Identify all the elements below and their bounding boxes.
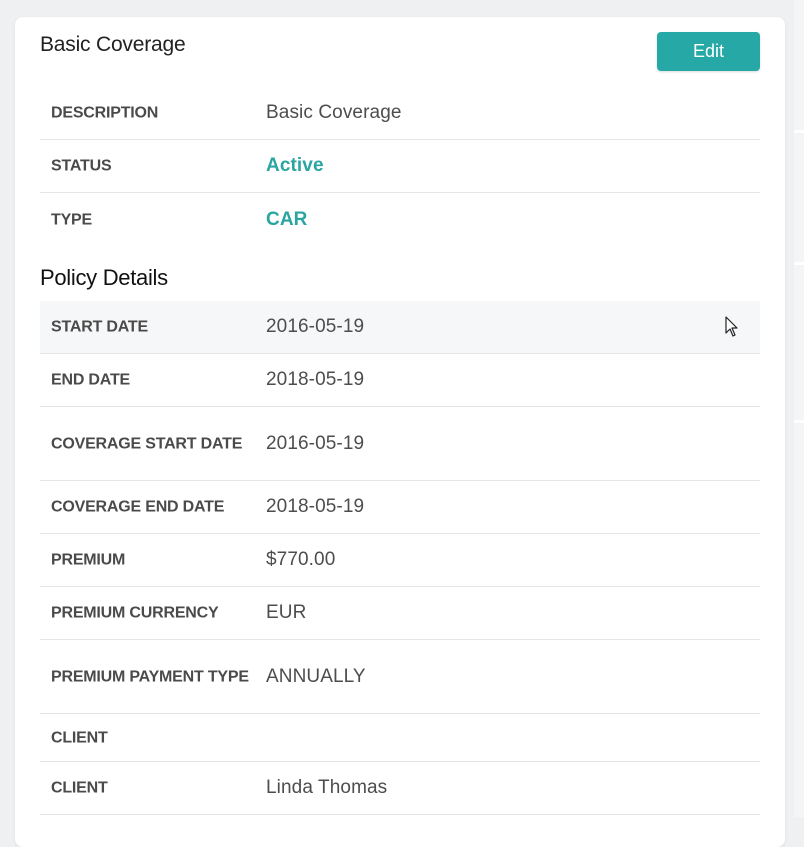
row-label: STATUS [51,157,112,175]
row-value: 2016-05-19 [266,316,365,337]
row-value: Basic Coverage [266,102,402,123]
status-value[interactable]: Active [266,155,324,177]
row-label: CLIENT [51,729,108,746]
row-label: END DATE [51,371,130,389]
table-row-description: DESCRIPTION Basic Coverage [40,87,760,140]
row-value: EUR [266,602,307,623]
row-label: DESCRIPTION [51,104,159,122]
table-row-coverage-end-date: COVERAGE END DATE 2018-05-19 [40,481,760,534]
table-row-type: TYPE CAR [40,193,760,246]
policy-details-title: Policy Details [40,265,168,290]
edit-button[interactable]: Edit [657,32,760,71]
panel-divider [794,420,804,423]
row-label: CLIENT [51,779,108,797]
row-label: START DATE [51,318,148,336]
row-label: PREMIUM CURRENCY [51,604,219,622]
adjacent-panel-edge [794,0,804,817]
table-row-client: CLIENT Linda Thomas [40,762,760,815]
row-value: 2018-05-19 [266,369,365,390]
table-row-start-date: START DATE 2016-05-19 [40,301,760,354]
table-row-premium: PREMIUM $770.00 [40,534,760,587]
panel-divider [794,130,804,133]
policy-details-table: START DATE 2016-05-19 END DATE 2018-05-1… [40,301,760,815]
coverage-card: Basic Coverage Edit DESCRIPTION Basic Co… [15,17,785,847]
row-label: COVERAGE END DATE [51,498,225,516]
table-row-premium-currency: PREMIUM CURRENCY EUR [40,587,760,640]
table-row-end-date: END DATE 2018-05-19 [40,354,760,407]
row-value: 2016-05-19 [266,432,365,454]
row-value: $770.00 [266,549,336,570]
row-label: PREMIUM PAYMENT TYPE [51,668,249,685]
table-row-premium-payment-type: PREMIUM PAYMENT TYPE ANNUALLY [40,640,760,714]
row-value: ANNUALLY [266,665,366,687]
card-title: Basic Coverage [40,33,186,56]
type-value[interactable]: CAR [266,209,307,231]
row-label: PREMIUM [51,551,126,569]
row-label: TYPE [51,211,92,228]
table-row-client-header: CLIENT [40,714,760,762]
summary-table: DESCRIPTION Basic Coverage STATUS Active… [40,87,760,246]
row-value: 2018-05-19 [266,496,365,517]
client-name-value: Linda Thomas [266,777,388,798]
table-row-status: STATUS Active [40,140,760,193]
row-label: COVERAGE START DATE [51,435,243,452]
panel-divider [794,262,804,265]
mouse-pointer-icon [725,316,738,337]
table-row-coverage-start-date: COVERAGE START DATE 2016-05-19 [40,407,760,481]
